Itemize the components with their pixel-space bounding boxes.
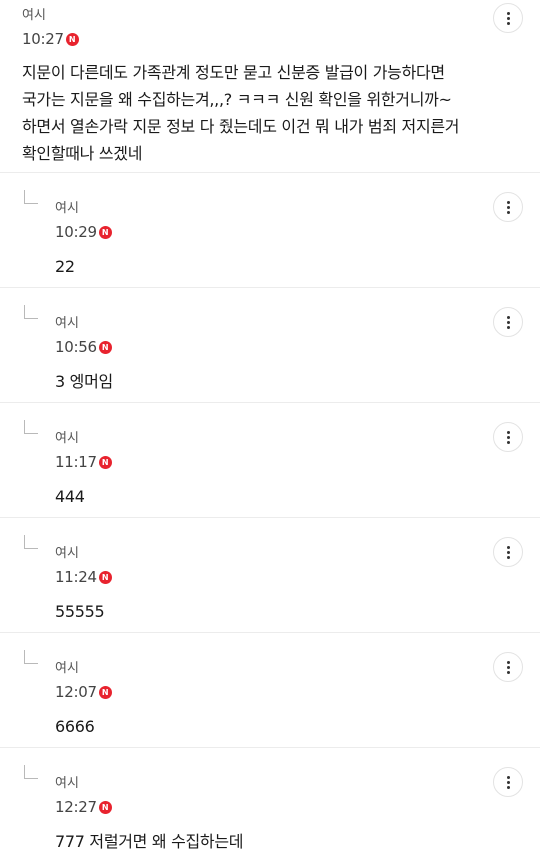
reply-meta: 12:27 N [55, 797, 540, 817]
more-vertical-icon [506, 200, 510, 204]
new-badge-icon: N [65, 32, 79, 46]
reply-arrow-icon [24, 650, 38, 664]
new-badge-icon: N [98, 225, 112, 239]
reply-body: 6666 [55, 717, 95, 736]
comment-author: 여시 [22, 8, 46, 23]
comment-meta: 10:27 N [22, 29, 540, 49]
reply-item: 여시 10:56 N 3 엥머임 [0, 288, 540, 403]
reply-author: 여시 [55, 201, 79, 216]
reply-item: 여시 11:24 N 55555 [0, 518, 540, 633]
reply-author: 여시 [55, 546, 79, 561]
new-badge-icon: N [98, 455, 112, 469]
comment-body: 지문이 다른데도 가족관계 정도만 묻고 신분증 발급이 가능하다면 국가는 지… [22, 59, 540, 167]
new-badge-icon: N [98, 570, 112, 584]
reply-item: 여시 11:17 N 444 [0, 403, 540, 518]
new-badge-icon: N [98, 685, 112, 699]
more-vertical-icon [506, 315, 510, 319]
more-vertical-icon [506, 660, 510, 664]
reply-body: 22 [55, 257, 75, 276]
comment-item: 여시 10:27 N 지문이 다른데도 가족관계 정도만 묻고 신분증 발급이 … [0, 0, 540, 173]
more-options-button[interactable] [493, 767, 523, 797]
comment-line: 하면서 열손가락 지문 정보 다 줬는데도 이건 뭐 내가 범죄 저지른거 [22, 117, 460, 136]
comment-line: 국가는 지문을 왜 수집하는겨,,,? ㅋㅋㅋ 신원 확인을 위한거니까~ [22, 90, 452, 109]
reply-time: 10:29 [55, 223, 97, 241]
new-badge-icon: N [98, 800, 112, 814]
reply-body: 55555 [55, 602, 105, 621]
more-options-button[interactable] [493, 537, 523, 567]
more-vertical-icon [506, 11, 510, 15]
comment-line: 지문이 다른데도 가족관계 정도만 묻고 신분증 발급이 가능하다면 [22, 63, 445, 82]
reply-meta: 10:29 N [55, 222, 540, 242]
more-options-button[interactable] [493, 422, 523, 452]
reply-time: 11:17 [55, 453, 97, 471]
reply-meta: 11:24 N [55, 567, 540, 587]
reply-time: 12:07 [55, 683, 97, 701]
more-options-button[interactable] [493, 3, 523, 33]
reply-item: 여시 12:27 N 777 저럴거면 왜 수집하는데 [0, 748, 540, 863]
reply-arrow-icon [24, 765, 38, 779]
reply-body: 444 [55, 487, 85, 506]
reply-meta: 12:07 N [55, 682, 540, 702]
reply-author: 여시 [55, 431, 79, 446]
reply-time: 12:27 [55, 798, 97, 816]
more-options-button[interactable] [493, 307, 523, 337]
reply-author: 여시 [55, 316, 79, 331]
reply-arrow-icon [24, 420, 38, 434]
reply-item: 여시 12:07 N 6666 [0, 633, 540, 748]
reply-arrow-icon [24, 190, 38, 204]
reply-arrow-icon [24, 535, 38, 549]
reply-author: 여시 [55, 776, 79, 791]
more-vertical-icon [506, 430, 510, 434]
more-vertical-icon [506, 775, 510, 779]
reply-body: 3 엥머임 [55, 372, 113, 391]
more-options-button[interactable] [493, 192, 523, 222]
more-vertical-icon [506, 545, 510, 549]
reply-body: 777 저럴거면 왜 수집하는데 [55, 832, 244, 851]
more-options-button[interactable] [493, 652, 523, 682]
reply-arrow-icon [24, 305, 38, 319]
reply-meta: 11:17 N [55, 452, 540, 472]
reply-meta: 10:56 N [55, 337, 540, 357]
comment-time: 10:27 [22, 30, 64, 48]
comment-line: 확인할때나 쓰겠네 [22, 144, 143, 163]
reply-item: 여시 10:29 N 22 [0, 173, 540, 288]
reply-author: 여시 [55, 661, 79, 676]
new-badge-icon: N [98, 340, 112, 354]
reply-time: 11:24 [55, 568, 97, 586]
comment-list: 여시 10:27 N 지문이 다른데도 가족관계 정도만 묻고 신분증 발급이 … [0, 0, 540, 863]
reply-time: 10:56 [55, 338, 97, 356]
